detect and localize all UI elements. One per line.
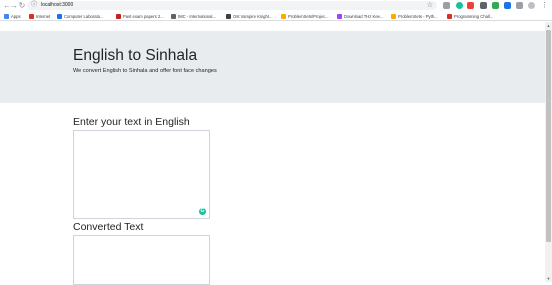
page-scrollbar[interactable]: ▲ ▼	[545, 22, 552, 282]
address-bar[interactable]: ⓘ localhost:3000 ☆	[27, 1, 437, 10]
bookmark-label: Programming Chall...	[454, 13, 494, 19]
bookmark-computer-laboratory[interactable]: Computer Laborato...	[57, 11, 104, 21]
bookmark-label: Apps	[11, 13, 21, 19]
input-label: Enter your text in English	[73, 116, 190, 128]
bookmark-ost-vampire-knight[interactable]: Ost Vampire Knight...	[226, 11, 273, 21]
bookmark-past-exam-papers[interactable]: Past exam papers 2...	[116, 11, 164, 21]
bookmark-download-thz[interactable]: Download THz Kee...	[337, 11, 384, 21]
favicon	[391, 13, 396, 19]
favicon	[57, 13, 62, 19]
bookmark-label: Download THz Kee...	[344, 13, 384, 19]
scroll-down-arrow-icon[interactable]: ▼	[545, 275, 552, 282]
bookmark-label: Ost Vampire Knight...	[233, 13, 273, 19]
favicon	[447, 13, 452, 19]
extension-icon-1[interactable]	[443, 2, 450, 9]
extension-icon-6[interactable]	[516, 2, 523, 9]
bookmark-programming-challenges[interactable]: Programming Chall...	[447, 11, 493, 21]
bookmark-label: Computer Laborato...	[64, 13, 104, 19]
bookmark-label: ProblemSets/Projec...	[288, 13, 329, 19]
site-info-icon[interactable]: ⓘ	[31, 1, 37, 10]
bookmark-problemsets-python[interactable]: ProblemSets - Pyth...	[391, 11, 438, 21]
favicon	[226, 13, 231, 19]
scroll-up-arrow-icon[interactable]: ▲	[545, 22, 552, 29]
bookmark-problemsets-projects[interactable]: ProblemSets/Projec...	[281, 11, 329, 21]
bookmark-label: IMC - International...	[178, 13, 216, 19]
page-content: English to Sinhala We convert English to…	[0, 22, 545, 285]
favicon	[281, 13, 286, 19]
bookmark-imc[interactable]: IMC - International...	[171, 11, 216, 21]
bookmarks-bar: Apps Internet Computer Laborato... Past …	[0, 11, 552, 21]
favicon	[337, 13, 342, 19]
output-label: Converted Text	[73, 221, 144, 233]
profile-avatar[interactable]	[528, 2, 535, 9]
bookmark-label: Past exam papers 2...	[123, 13, 164, 19]
browser-toolbar: ← → ↻ ⓘ localhost:3000 ☆ ⋮	[0, 0, 552, 11]
bookmark-star-icon[interactable]: ☆	[427, 1, 433, 10]
apps-grid-icon	[4, 13, 9, 19]
reload-button[interactable]: ↻	[17, 0, 27, 11]
converted-text-output[interactable]	[73, 235, 210, 285]
extension-icon-3[interactable]	[480, 2, 487, 9]
favicon	[116, 13, 121, 19]
bookmark-apps[interactable]: Apps	[4, 11, 21, 21]
hero-jumbotron: English to Sinhala We convert English to…	[0, 31, 545, 103]
bookmark-internet[interactable]: Internet	[29, 11, 50, 21]
extension-icon-2[interactable]	[467, 2, 474, 9]
scrollbar-thumb[interactable]	[546, 30, 551, 242]
extension-icon-5[interactable]	[504, 2, 511, 9]
menu-kebab-icon[interactable]: ⋮	[541, 2, 548, 9]
bookmark-label: ProblemSets - Pyth...	[398, 13, 438, 19]
english-text-input[interactable]: G	[73, 130, 210, 219]
page-title: English to Sinhala	[73, 47, 198, 64]
page-subtitle: We convert English to Sinhala and offer …	[73, 68, 217, 74]
browser-window: ← → ↻ ⓘ localhost:3000 ☆ ⋮ Apps Internet…	[0, 0, 552, 285]
extension-icon-4[interactable]	[492, 2, 499, 9]
address-bar-url: localhost:3000	[41, 2, 74, 8]
grammarly-extension-icon[interactable]	[456, 2, 463, 9]
favicon	[29, 13, 34, 19]
bookmark-label: Internet	[36, 13, 51, 19]
grammarly-icon[interactable]: G	[199, 208, 206, 215]
favicon	[171, 13, 176, 19]
